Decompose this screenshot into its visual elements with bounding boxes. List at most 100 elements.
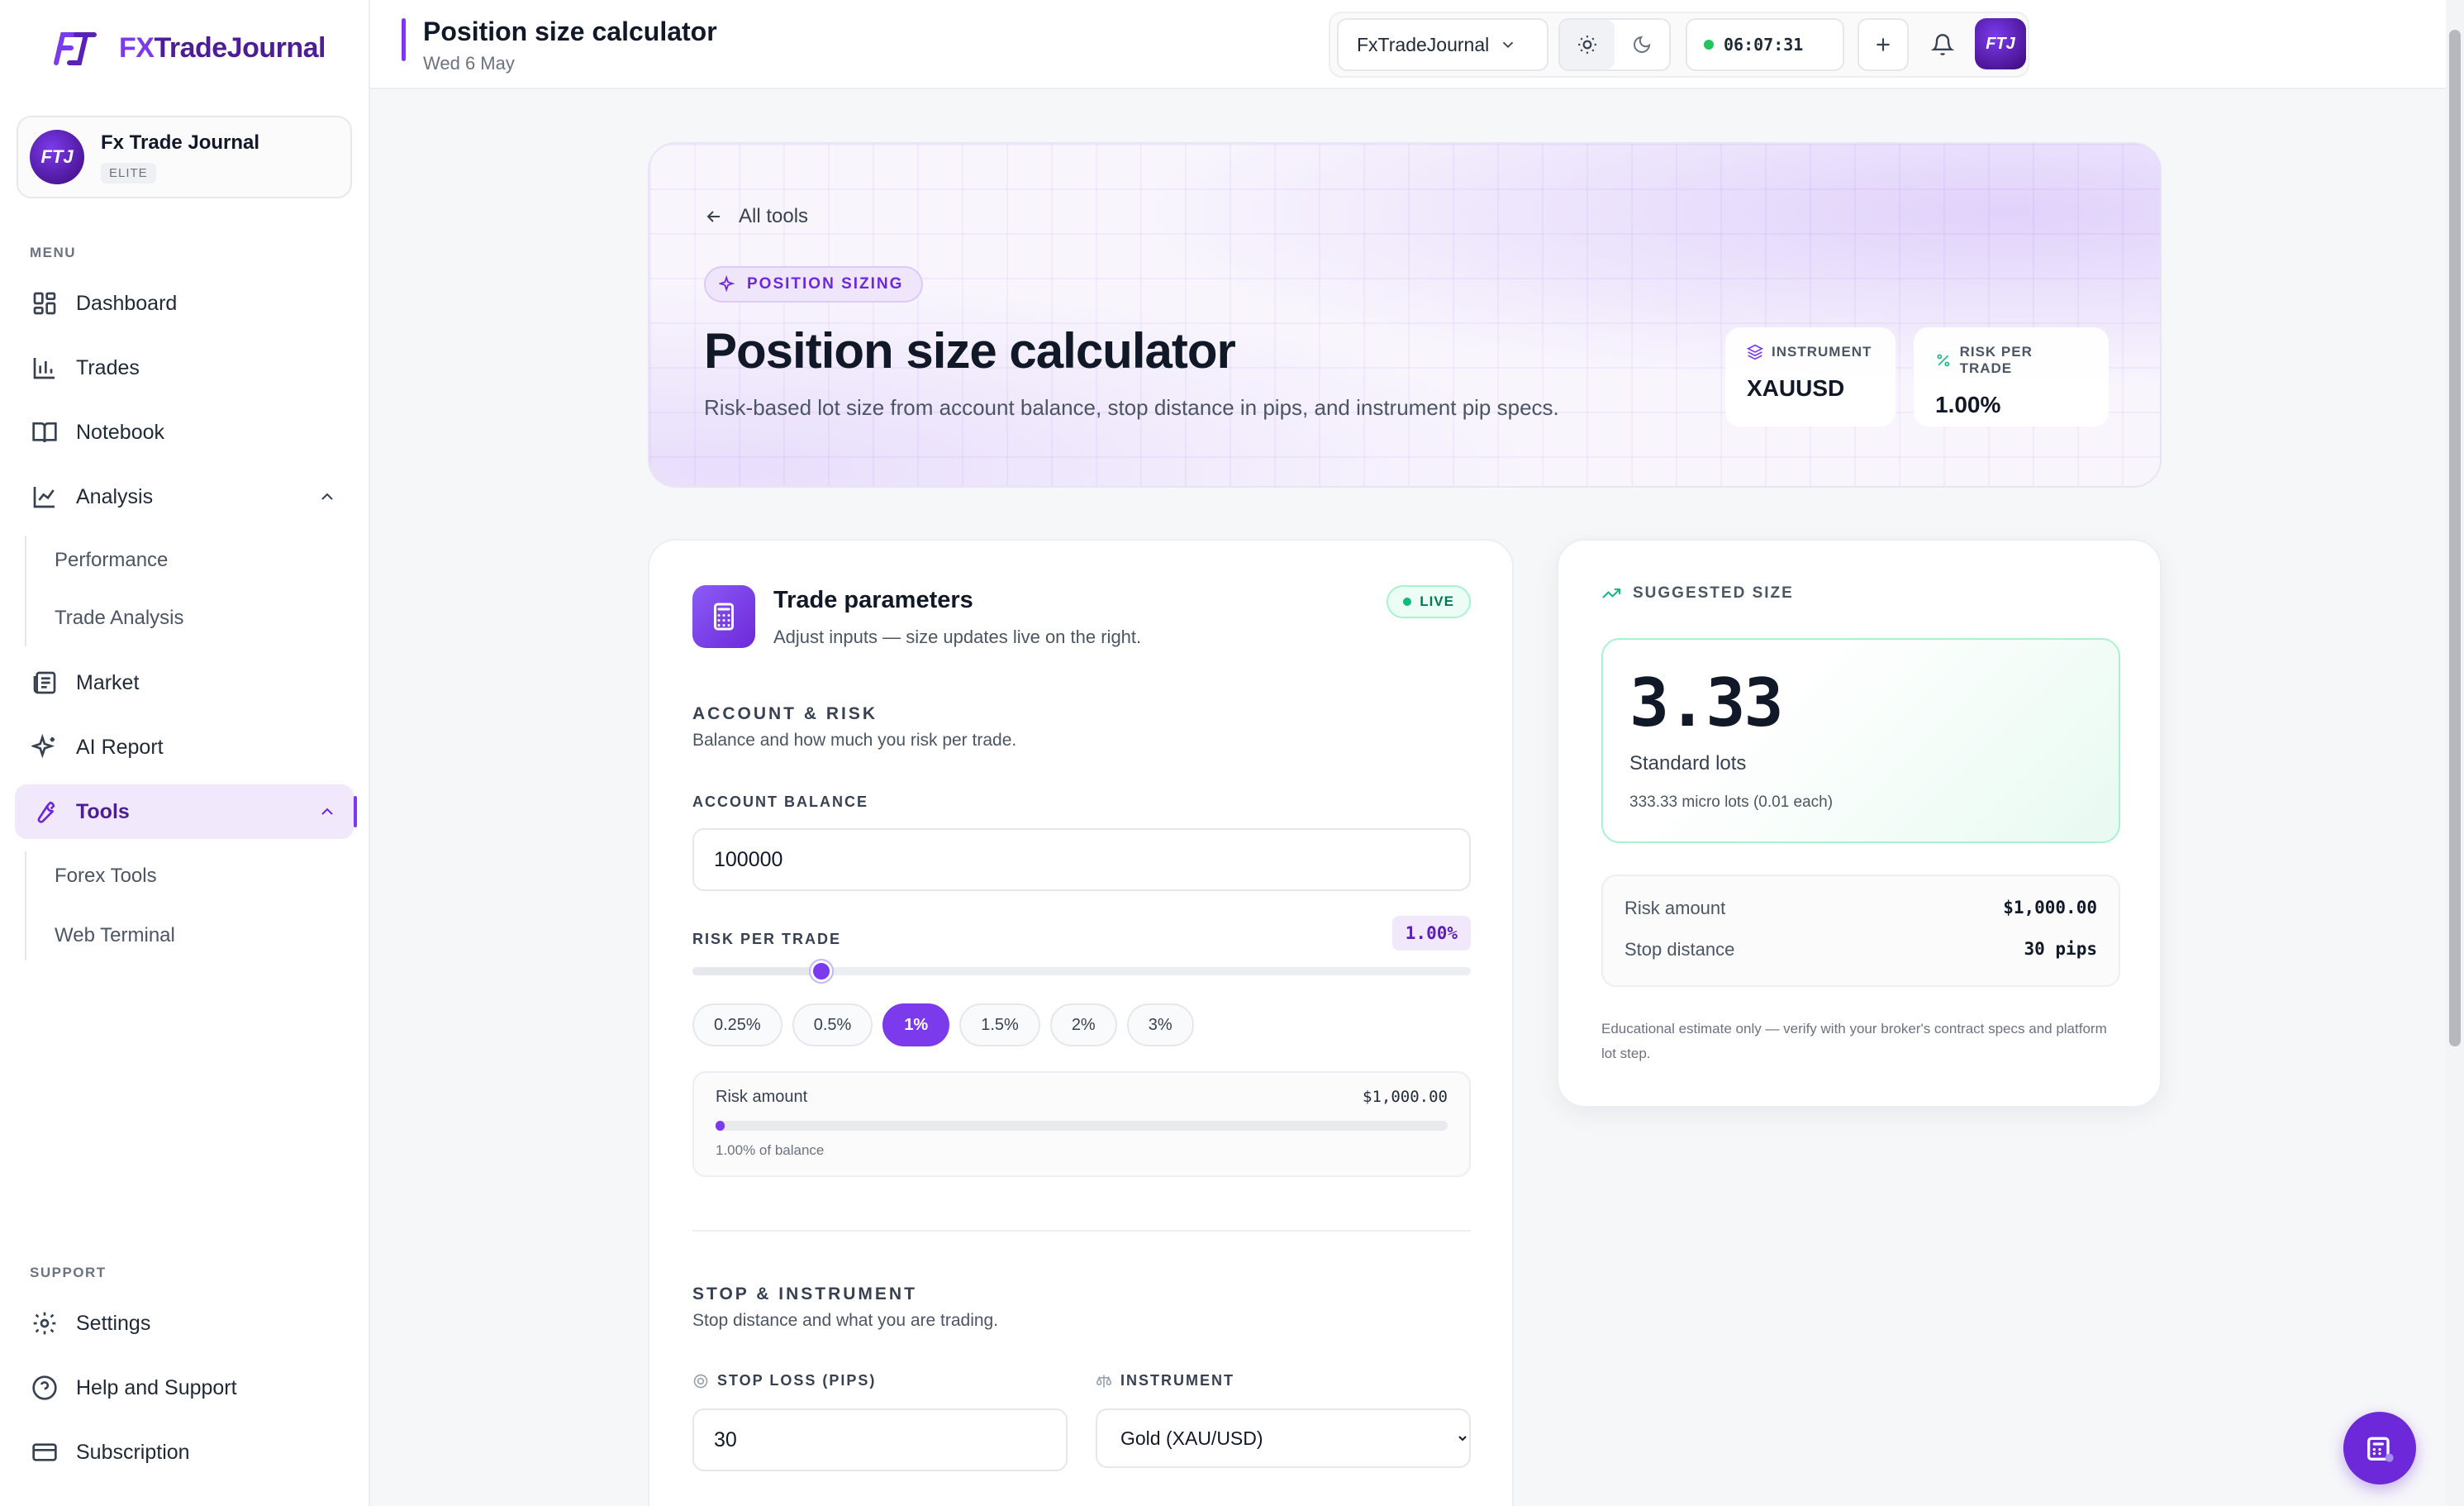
scale-icon <box>1096 1375 1112 1387</box>
risk-amount-box: Risk amount $1,000.00 1.00% of balance <box>692 1071 1471 1177</box>
risk-preset-button[interactable]: 3% <box>1126 1003 1194 1046</box>
app-logo[interactable]: FXTradeJournal <box>51 30 326 66</box>
sidebar-item-label: Market <box>76 670 140 694</box>
sidebar-item-notebook[interactable]: Notebook <box>15 405 354 460</box>
gear-icon <box>33 1312 56 1335</box>
risk-slider[interactable] <box>692 960 1471 982</box>
scrollbar-thumb[interactable] <box>2449 30 2461 1046</box>
profile-name: Fx Trade Journal <box>101 131 260 154</box>
calculator-icon <box>2367 1437 2394 1462</box>
sidebar-item-dashboard[interactable]: Dashboard <box>15 276 354 331</box>
add-button[interactable] <box>1858 18 1909 71</box>
live-label: LIVE <box>1420 593 1454 609</box>
chevron-up-icon <box>321 493 333 500</box>
card-title: Trade parameters <box>773 587 973 613</box>
micro-lots-note: 333.33 micro lots (0.01 each) <box>1629 794 1834 811</box>
risk-preset-button[interactable]: 0.5% <box>792 1003 873 1046</box>
chevron-down-icon <box>1503 41 1514 49</box>
sidebar-item-ai-report[interactable]: AI Report <box>15 720 354 774</box>
instrument-stat-label: INSTRUMENT <box>1772 344 1872 360</box>
bell-icon <box>1931 34 1954 55</box>
sidebar-item-trades[interactable]: Trades <box>15 341 354 395</box>
lot-size-panel: 3.33 Standard lots 333.33 micro lots (0.… <box>1601 638 2120 843</box>
risk-percent-badge: 1.00% <box>1391 916 1471 951</box>
risk-preset-button[interactable]: 0.25% <box>692 1003 782 1046</box>
light-mode-button[interactable] <box>1560 20 1615 69</box>
risk-presets: 0.25% 0.5% 1% 1.5% 2% 3% <box>692 1003 1194 1046</box>
risk-amount-bar-fill <box>716 1121 725 1131</box>
sidebar-subitem-trade-analysis[interactable]: Trade Analysis <box>55 607 184 630</box>
live-dot <box>1403 598 1412 606</box>
stop-loss-input[interactable] <box>692 1408 1068 1471</box>
sidebar-item-tools[interactable]: Tools <box>15 784 357 839</box>
notifications-button[interactable] <box>1917 18 1968 71</box>
risk-slider-thumb[interactable] <box>811 960 833 982</box>
sidebar-item-label: AI Report <box>76 735 164 759</box>
profile-card[interactable]: FTJ Fx Trade Journal ELITE <box>17 116 352 198</box>
chip-label: POSITION SIZING <box>747 275 904 293</box>
account-balance-label-text: ACCOUNT BALANCE <box>692 794 868 810</box>
bar-chart-icon <box>33 358 55 379</box>
sidebar-item-label: Dashboard <box>76 291 178 315</box>
book-icon <box>32 422 57 443</box>
dark-mode-button[interactable] <box>1615 20 1669 69</box>
calculator-icon <box>692 585 755 648</box>
summary-risk-label: Risk amount <box>1624 898 1726 918</box>
sidebar-item-label: Notebook <box>76 420 165 444</box>
theme-toggle[interactable] <box>1558 18 1671 71</box>
page-date: Wed 6 May <box>423 53 515 74</box>
sparkles-icon <box>719 275 735 293</box>
risk-amount-note: 1.00% of balance <box>716 1142 825 1158</box>
sidebar-item-label: Tools <box>76 799 130 823</box>
risk-preset-button[interactable]: 1% <box>882 1003 950 1046</box>
logo-name: TradeJournal <box>154 31 326 64</box>
sidebar-subitem-web-terminal[interactable]: Web Terminal <box>55 924 175 947</box>
account-risk-subtitle: Balance and how much you risk per trade. <box>692 731 1017 750</box>
sun-icon <box>1578 36 1596 54</box>
risk-preset-button[interactable]: 2% <box>1049 1003 1117 1046</box>
sidebar-item-help[interactable]: Help and Support <box>15 1361 354 1415</box>
user-avatar-button[interactable]: FTJ <box>1975 18 2026 69</box>
sidebar-item-subscription[interactable]: Subscription <box>15 1425 354 1480</box>
category-chip: POSITION SIZING <box>704 266 924 303</box>
instrument-select[interactable]: Gold (XAU/USD) <box>1096 1408 1471 1468</box>
sidebar-subitem-performance[interactable]: Performance <box>55 549 168 572</box>
layers-icon <box>1747 344 1763 360</box>
dashboard-icon <box>33 292 56 315</box>
risk-slider-fill <box>692 967 822 975</box>
stop-instrument-heading: STOP & INSTRUMENT <box>692 1284 917 1303</box>
calculator-fab-button[interactable] <box>2343 1412 2416 1485</box>
risk-amount-value: $1,000.00 <box>1363 1088 1448 1106</box>
credit-card-icon <box>32 1443 57 1461</box>
target-icon <box>693 1374 708 1388</box>
stop-instrument-subtitle: Stop distance and what you are trading. <box>692 1311 999 1330</box>
logo-fx: FX <box>119 31 155 64</box>
sidebar-item-analysis[interactable]: Analysis <box>15 469 354 524</box>
account-balance-input[interactable] <box>692 828 1471 891</box>
sidebar-item-market[interactable]: Market <box>15 655 354 710</box>
account-select-label: FxTradeJournal <box>1357 33 1490 55</box>
disclaimer: Educational estimate only — verify with … <box>1601 1021 2107 1061</box>
trending-up-icon <box>1602 589 1620 598</box>
sidebar: FXTradeJournal FTJ Fx Trade Journal ELIT… <box>0 0 370 1506</box>
line-chart-icon <box>33 487 55 508</box>
stop-loss-label-text: STOP LOSS (PIPS) <box>717 1372 877 1389</box>
suggested-size-card: SUGGESTED SIZE 3.33 Standard lots 333.33… <box>1557 539 2162 1108</box>
summary-row-stop: Stop distance 30 pips <box>1624 939 2097 960</box>
plus-icon <box>1877 38 1890 51</box>
all-tools-link[interactable]: All tools <box>704 205 808 228</box>
page-scrollbar[interactable] <box>2446 0 2464 1506</box>
avatar: FTJ <box>30 130 84 184</box>
lot-size-unit: Standard lots <box>1629 752 1747 774</box>
sparkles-icon <box>31 734 55 759</box>
active-indicator <box>354 796 357 827</box>
wrench-icon <box>37 801 55 823</box>
account-select[interactable]: FxTradeJournal <box>1337 18 1548 71</box>
sidebar-item-label: Help and Support <box>76 1375 237 1399</box>
submenu-line <box>25 536 26 646</box>
sidebar-subitem-forex-tools[interactable]: Forex Tools <box>55 865 157 888</box>
summary-row-risk: Risk amount $1,000.00 <box>1624 898 2097 919</box>
risk-preset-button[interactable]: 1.5% <box>959 1003 1040 1046</box>
sidebar-item-settings[interactable]: Settings <box>15 1296 354 1351</box>
plan-badge: ELITE <box>101 162 156 183</box>
